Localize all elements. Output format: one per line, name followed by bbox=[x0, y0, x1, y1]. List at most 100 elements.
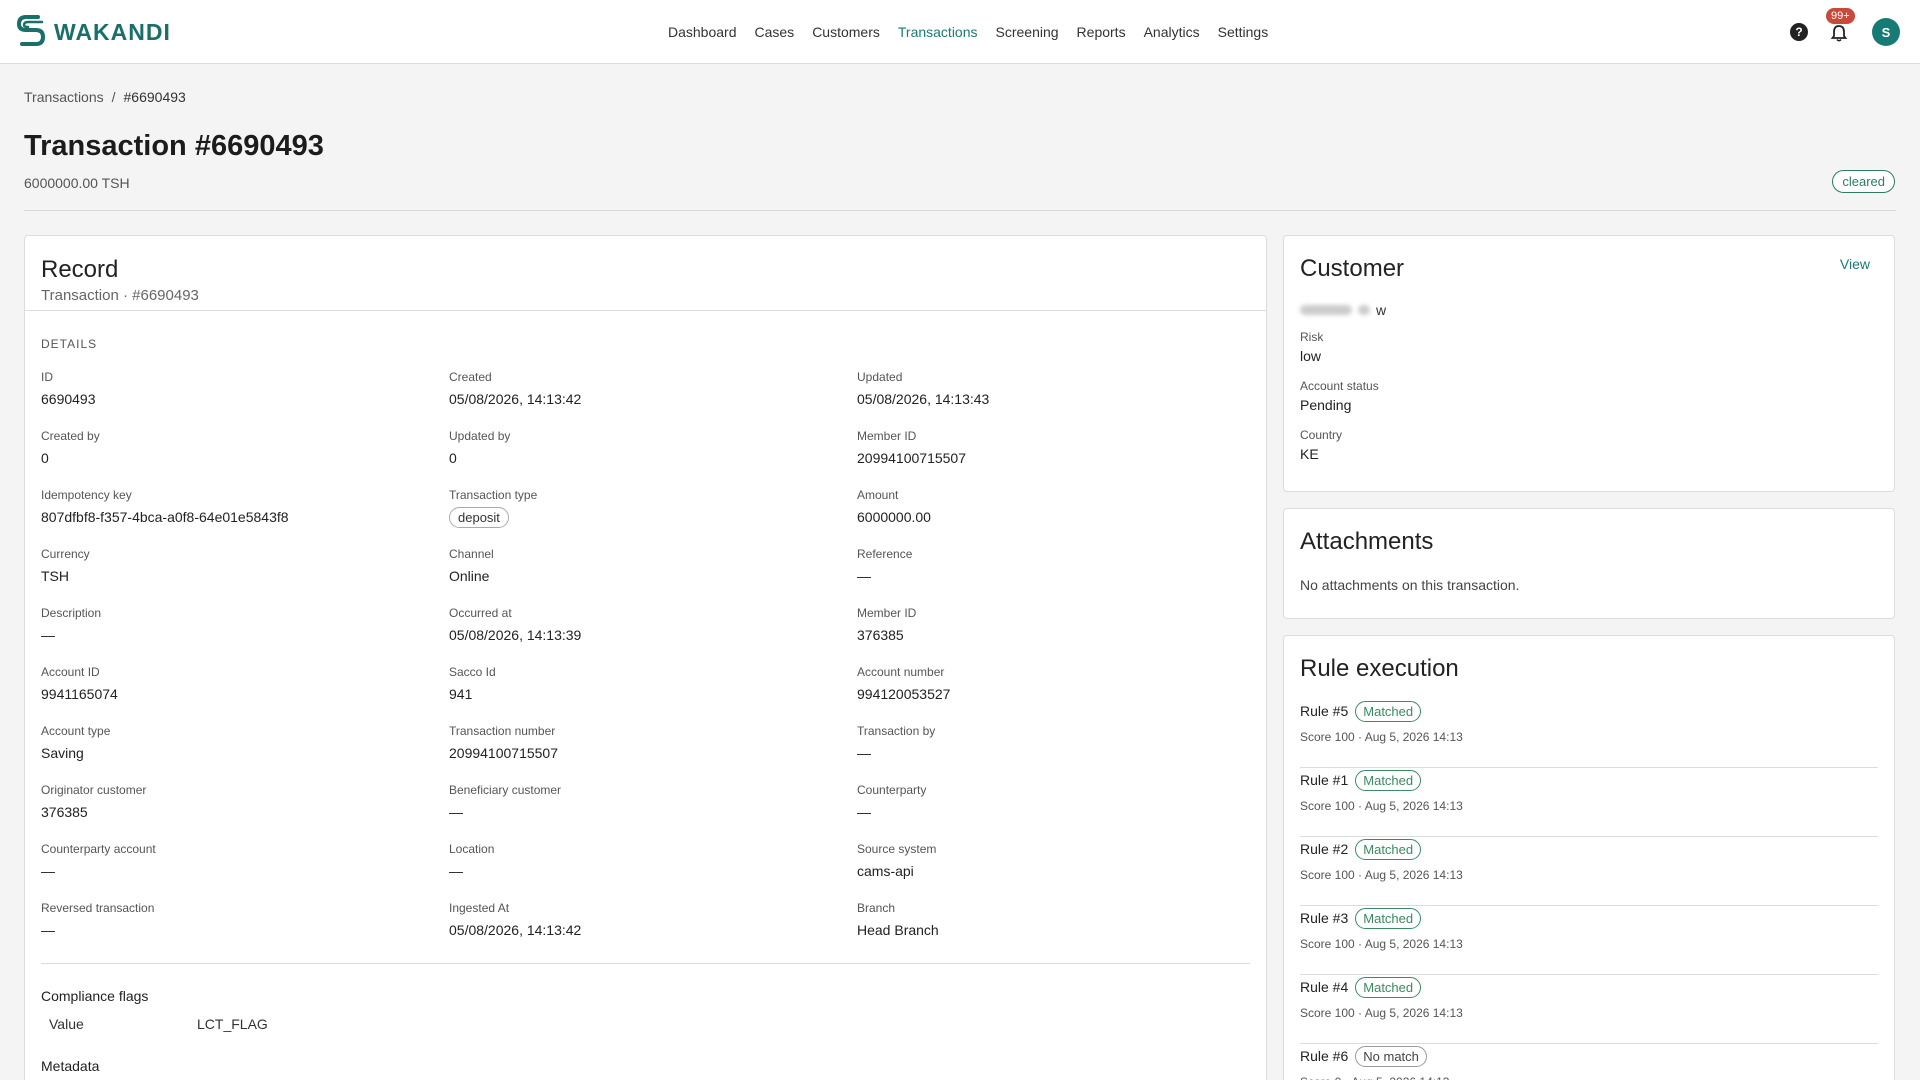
field-value: — bbox=[857, 745, 871, 761]
field-label: Counterparty account bbox=[41, 842, 156, 856]
field-value: KE bbox=[1300, 446, 1319, 462]
nav-settings[interactable]: Settings bbox=[1218, 24, 1269, 40]
field-label: Updated bbox=[857, 370, 903, 384]
rule-head: Rule #1 Matched bbox=[1300, 768, 1878, 792]
wakandi-logo-icon bbox=[16, 15, 46, 46]
notifications-button[interactable]: 99+ bbox=[1826, 8, 1855, 42]
rule-name: Rule #1 bbox=[1300, 772, 1349, 788]
rule-item[interactable]: Rule #2 Matched Score 100 · Aug 5, 2026 14… bbox=[1300, 837, 1878, 906]
field-value: 0 bbox=[449, 450, 457, 466]
detail-field: Sacco Id 941 bbox=[449, 665, 857, 724]
nav-analytics[interactable]: Analytics bbox=[1144, 24, 1200, 40]
topbar-actions: ? 99+ S bbox=[1790, 0, 1900, 64]
rule-status-badge: Matched bbox=[1355, 700, 1422, 722]
detail-field: Occurred at 05/08/2026, 14:13:39 bbox=[449, 606, 857, 665]
field-label: Member ID bbox=[857, 429, 917, 443]
field-label: Country bbox=[1300, 428, 1343, 442]
field-value: — bbox=[857, 568, 871, 584]
nav-cases[interactable]: Cases bbox=[755, 24, 795, 40]
rule-meta: Score 100 · Aug 5, 2026 14:13 bbox=[1300, 937, 1463, 951]
field-label: Branch bbox=[857, 901, 896, 915]
detail-field: Description — bbox=[41, 606, 449, 665]
field-value: deposit bbox=[449, 502, 857, 528]
detail-field: Reference — bbox=[857, 547, 1250, 606]
attachments-title: Attachments bbox=[1300, 528, 1434, 555]
rule-head: Rule #4 Matched bbox=[1300, 975, 1878, 999]
field-value: 20994100715507 bbox=[449, 745, 559, 761]
rule-item[interactable]: Rule #4 Matched Score 100 · Aug 5, 2026 14… bbox=[1300, 975, 1878, 1044]
redacted-name-part bbox=[1300, 305, 1352, 315]
nav-reports[interactable]: Reports bbox=[1077, 24, 1126, 40]
rule-meta: Score 100 · Aug 5, 2026 14:13 bbox=[1300, 1006, 1463, 1020]
user-avatar[interactable]: S bbox=[1872, 18, 1900, 46]
customer-title: Customer bbox=[1300, 255, 1405, 282]
field-value: — bbox=[41, 627, 55, 643]
bell-icon bbox=[1830, 25, 1848, 42]
field-label: Originator customer bbox=[41, 783, 147, 797]
field-label: Transaction type bbox=[449, 488, 538, 502]
main-nav: Dashboard Cases Customers Transactions Scree… bbox=[668, 0, 1268, 64]
field-label: Member ID bbox=[857, 606, 917, 620]
view-customer-link[interactable]: View bbox=[1840, 256, 1870, 272]
rule-status-badge: Matched bbox=[1355, 976, 1422, 998]
field-label: Ingested At bbox=[449, 901, 510, 915]
record-card: Record Transaction · #6690493 DETAILS ID… bbox=[24, 235, 1267, 1080]
rule-head: Rule #2 Matched bbox=[1300, 837, 1878, 861]
detail-field: Amount 6000000.00 bbox=[857, 488, 1250, 547]
field-value: 994120053527 bbox=[857, 686, 951, 702]
field-value: — bbox=[449, 863, 463, 879]
brand-logo[interactable]: WAKANDI bbox=[16, 14, 171, 50]
rule-execution-title: Rule execution bbox=[1300, 655, 1459, 682]
field-label: Account number bbox=[857, 665, 945, 679]
detail-field: Account ID 9941165074 bbox=[41, 665, 449, 724]
field-value: Head Branch bbox=[857, 922, 939, 938]
metadata-title: Metadata bbox=[41, 1058, 100, 1074]
rule-item[interactable]: Rule #5 Matched Score 100 · Aug 5, 2026 14… bbox=[1300, 699, 1878, 768]
field-value: low bbox=[1300, 348, 1322, 364]
nav-dashboard[interactable]: Dashboard bbox=[668, 24, 737, 40]
rule-name: Rule #2 bbox=[1300, 841, 1349, 857]
field-value: 9941165074 bbox=[41, 686, 118, 702]
customer-account-status: Account status Pending bbox=[1300, 379, 1379, 413]
transaction-type-chip: deposit bbox=[449, 507, 509, 528]
transaction-amount: 6000000.00 TSH bbox=[24, 175, 130, 191]
rule-head: Rule #6 No match bbox=[1300, 1044, 1878, 1068]
details-grid: ID 6690493 Created 05/08/2026, 14:13:42 Upda… bbox=[41, 370, 1250, 960]
field-value: 20994100715507 bbox=[857, 450, 967, 466]
breadcrumb: Transactions / #6690493 bbox=[24, 89, 186, 105]
nav-customers[interactable]: Customers bbox=[812, 24, 880, 40]
field-value: 376385 bbox=[41, 804, 88, 820]
record-header: Record Transaction · #6690493 bbox=[25, 236, 1266, 311]
nav-transactions[interactable]: Transactions bbox=[898, 24, 978, 40]
field-label: Transaction number bbox=[449, 724, 556, 738]
rule-item[interactable]: Rule #1 Matched Score 100 · Aug 5, 2026 14… bbox=[1300, 768, 1878, 837]
field-label: Idempotency key bbox=[41, 488, 132, 502]
field-label: Reversed transaction bbox=[41, 901, 155, 915]
field-label: Channel bbox=[449, 547, 494, 561]
detail-field: Member ID 20994100715507 bbox=[857, 429, 1250, 488]
field-label: Reference bbox=[857, 547, 913, 561]
breadcrumb-transactions-link[interactable]: Transactions bbox=[24, 89, 104, 105]
rule-item[interactable]: Rule #3 Matched Score 100 · Aug 5, 2026 14… bbox=[1300, 906, 1878, 975]
page-title: Transaction #6690493 bbox=[24, 130, 324, 162]
rule-item[interactable]: Rule #6 No match Score 0 · Aug 5, 2026 14:… bbox=[1300, 1044, 1878, 1080]
field-value: 0 bbox=[41, 450, 49, 466]
customer-name-visible: w bbox=[1376, 302, 1387, 318]
field-label: Created by bbox=[41, 429, 100, 443]
compliance-flags-title: Compliance flags bbox=[41, 988, 149, 1004]
detail-field: Source system cams-api bbox=[857, 842, 1250, 901]
field-label: Transaction by bbox=[857, 724, 936, 738]
nav-screening[interactable]: Screening bbox=[996, 24, 1059, 40]
redacted-name-part bbox=[1358, 305, 1370, 315]
field-value: 05/08/2026, 14:13:42 bbox=[449, 391, 582, 407]
details-section-label: DETAILS bbox=[41, 337, 98, 351]
question-circle-icon[interactable]: ? bbox=[1790, 23, 1808, 41]
record-divider bbox=[41, 963, 1250, 964]
breadcrumb-separator: / bbox=[111, 89, 116, 105]
rule-meta: Score 100 · Aug 5, 2026 14:13 bbox=[1300, 730, 1463, 744]
field-label: Updated by bbox=[449, 429, 511, 443]
field-label: Amount bbox=[857, 488, 899, 502]
notification-count-badge: 99+ bbox=[1826, 8, 1855, 24]
field-label: Counterparty bbox=[857, 783, 927, 797]
detail-field: Idempotency key 807dfbf8-f357-4bca-a0f8-6… bbox=[41, 488, 449, 547]
